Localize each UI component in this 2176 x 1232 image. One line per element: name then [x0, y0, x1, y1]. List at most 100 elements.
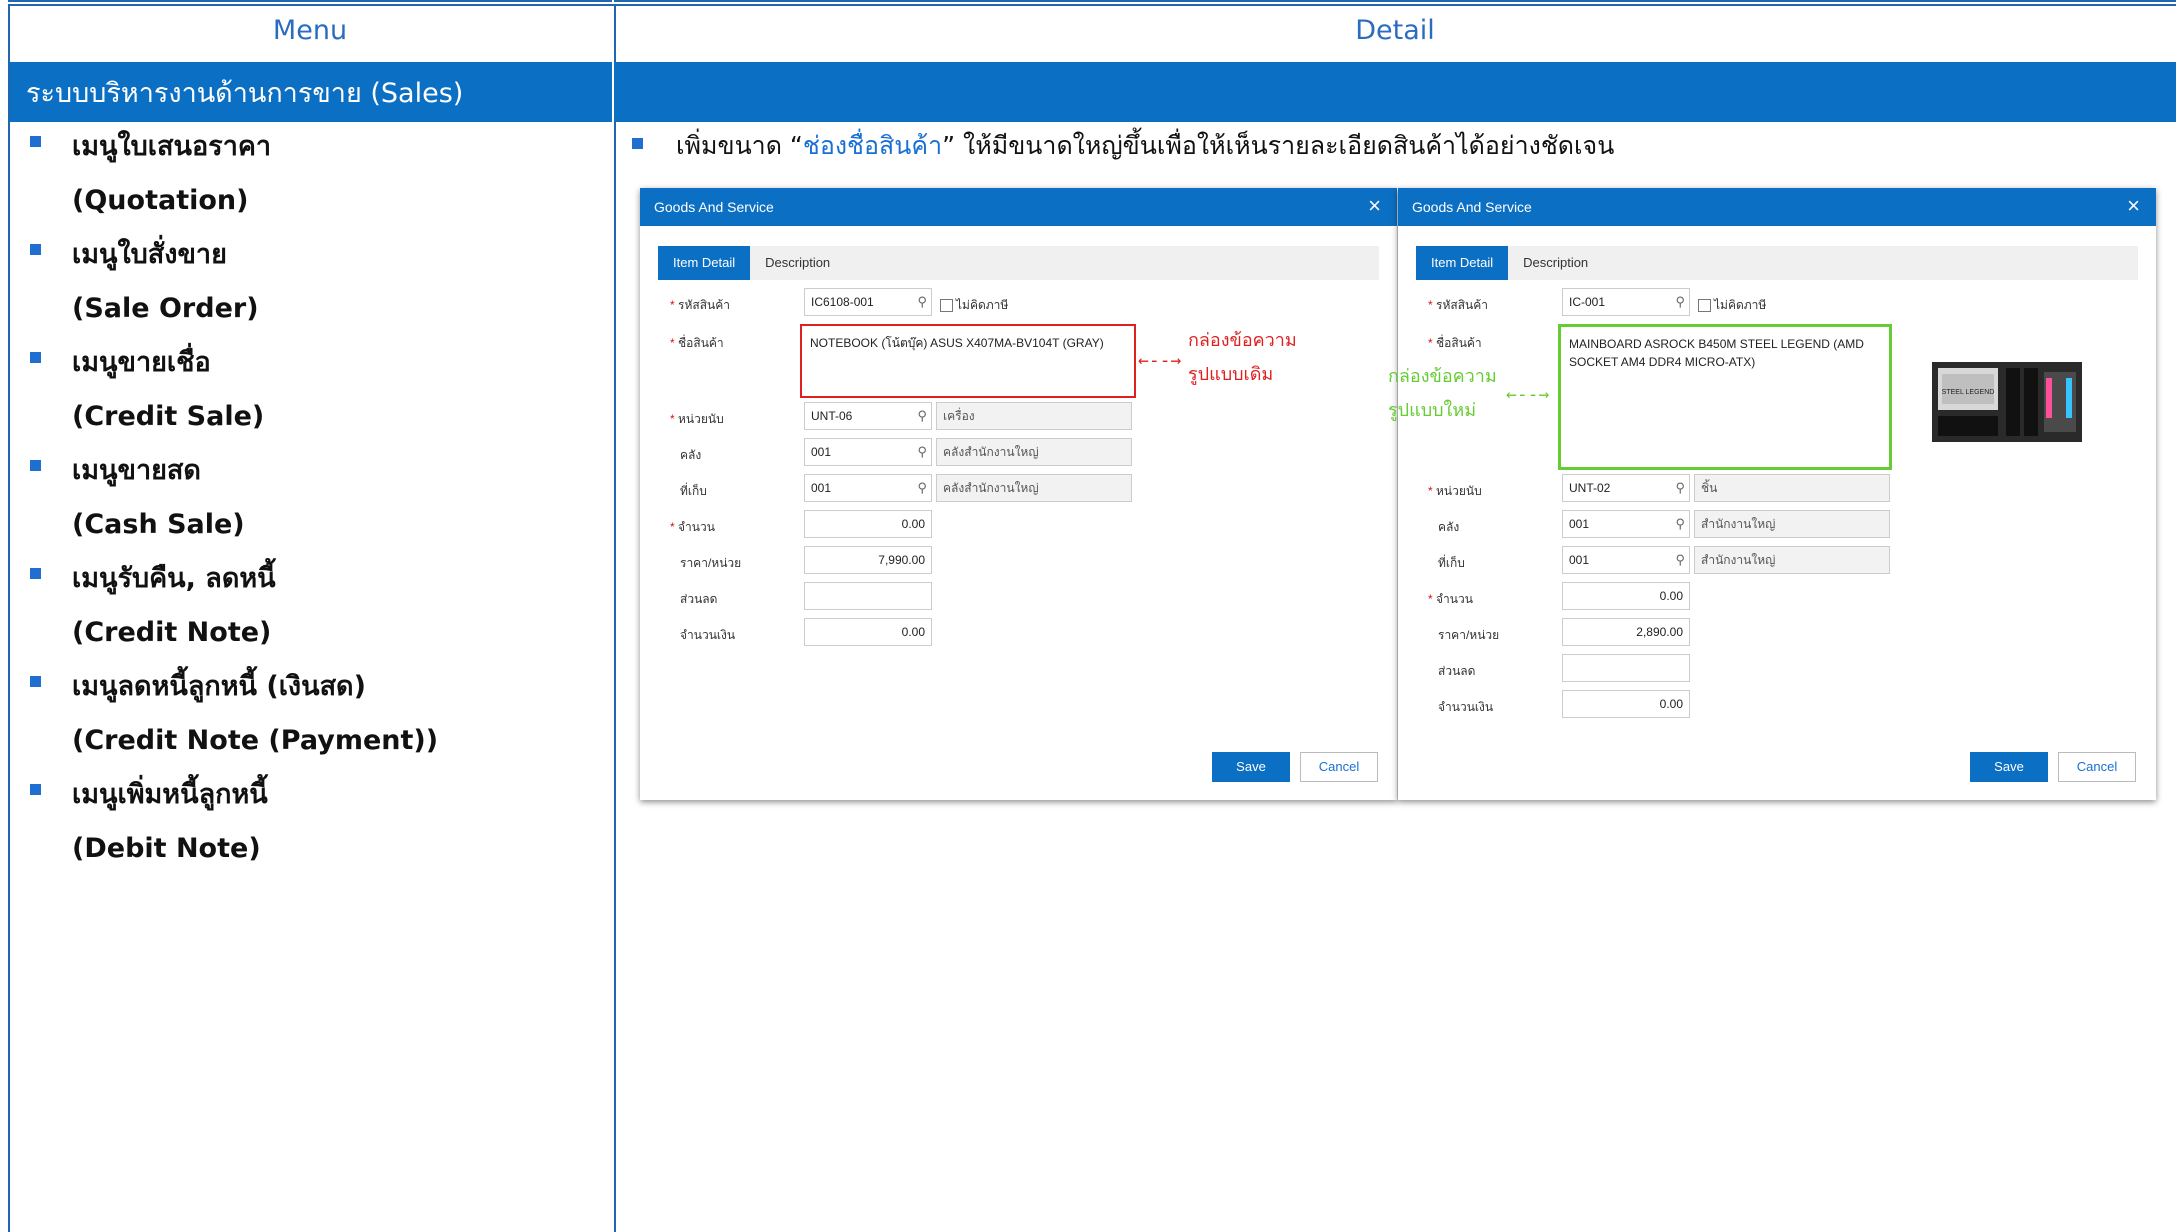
search-icon[interactable]: ⚲ [1675, 547, 1685, 573]
label-quantity: * จำนวน [1428, 592, 1473, 606]
menu-item-credit-note-payment[interactable]: เมนูลดหนี้ลูกหนี้ (เงินสด) (Credit Note … [20, 660, 600, 768]
product-code-input[interactable]: IC-001 ⚲ [1562, 288, 1690, 316]
search-icon[interactable]: ⚲ [1675, 511, 1685, 537]
search-icon[interactable]: ⚲ [917, 439, 927, 465]
menu-item-thai: เมนูเพิ่มหนี้ลูกหนี้ [72, 779, 268, 810]
goods-service-dialog-new: Goods And Service × Item Detail Descript… [1388, 188, 2156, 800]
menu-item-thai: เมนูลดหนี้ลูกหนี้ (เงินสด) [72, 671, 366, 702]
label-unit: * หน่วยนับ [1428, 484, 1482, 498]
warehouse-name-field: สำนักงานใหญ่ [1694, 510, 1890, 538]
detail-header: Detail [614, 0, 2176, 58]
quantity-input[interactable]: 0.00 [1562, 582, 1690, 610]
location-name-field: สำนักงานใหญ่ [1694, 546, 1890, 574]
label-location: ที่เก็บ [680, 484, 707, 498]
menu-header: Menu [8, 0, 612, 58]
menu-item-credit-note[interactable]: เมนูรับคืน, ลดหนี้ (Credit Note) [20, 552, 600, 660]
no-tax-checkbox[interactable]: ไม่คิดภาษี [940, 296, 1008, 315]
discount-input[interactable] [1562, 654, 1690, 682]
search-icon[interactable]: ⚲ [1675, 289, 1685, 315]
dialog-title: Goods And Service [1412, 199, 1532, 215]
product-code-input[interactable]: IC6108-001 ⚲ [804, 288, 932, 316]
bullet-icon [30, 568, 41, 579]
label-warehouse: คลัง [1438, 520, 1460, 534]
dialog-title-bar: Goods And Service × [1398, 188, 2156, 226]
annotation-old: กล่องข้อความ รูปแบบเดิม [1188, 324, 1297, 392]
label-product-name: * ชื่อสินค้า [1428, 336, 1482, 350]
label-warehouse: คลัง [680, 448, 702, 462]
label-amount: จำนวนเงิน [680, 628, 736, 642]
menu-item-thai: เมนูใบเสนอราคา [72, 131, 272, 162]
search-icon[interactable]: ⚲ [917, 403, 927, 429]
detail-text: เพิ่มขนาด “ช่องชื่อสินค้า” ให้มีขนาดใหญ่… [676, 131, 1614, 160]
search-icon[interactable]: ⚲ [1675, 475, 1685, 501]
section-band [614, 62, 2176, 122]
product-name-textarea[interactable]: MAINBOARD ASROCK B450M STEEL LEGEND (AMD… [1558, 324, 1892, 470]
price-unit-input[interactable]: 7,990.00 [804, 546, 932, 574]
quantity-input[interactable]: 0.00 [804, 510, 932, 538]
tab-description[interactable]: Description [1508, 246, 1603, 280]
menu-item-cash-sale[interactable]: เมนูขายสด (Cash Sale) [20, 444, 600, 552]
warehouse-input[interactable]: 001 ⚲ [1562, 510, 1690, 538]
label-unit: * หน่วยนับ [670, 412, 724, 426]
save-button[interactable]: Save [1212, 752, 1290, 782]
annotation-new: กล่องข้อความ รูปแบบใหม่ [1388, 360, 1497, 428]
annotation-new-line2: รูปแบบใหม่ [1388, 400, 1477, 421]
close-icon[interactable]: × [2127, 194, 2140, 218]
dialog-tabs: Item Detail Description [658, 246, 1379, 280]
bullet-icon [632, 138, 643, 149]
bullet-icon [30, 460, 41, 471]
detail-suffix: ” ให้มีขนาดใหญ่ขึ้นเพื่อให้เห็นรายละเอีย… [942, 131, 1615, 160]
menu-item-english: (Quotation) [72, 185, 249, 216]
warehouse-name-field: คลังสำนักงานใหญ่ [936, 438, 1132, 466]
dialog-title: Goods And Service [654, 199, 774, 215]
close-icon[interactable]: × [1368, 194, 1381, 218]
label-product-name: * ชื่อสินค้า [670, 336, 724, 350]
amount-input[interactable]: 0.00 [1562, 690, 1690, 718]
no-tax-checkbox[interactable]: ไม่คิดภาษี [1698, 296, 1766, 315]
label-discount: ส่วนลด [680, 592, 718, 606]
unit-input[interactable]: UNT-02 ⚲ [1562, 474, 1690, 502]
location-input[interactable]: 001 ⚲ [804, 474, 932, 502]
save-button[interactable]: Save [1970, 752, 2048, 782]
bullet-icon [30, 676, 41, 687]
unit-name-field: เครื่อง [936, 402, 1132, 430]
menu-item-english: (Sale Order) [72, 293, 259, 324]
label-price-unit: ราคา/หน่วย [680, 556, 742, 570]
menu-item-english: (Credit Note (Payment)) [72, 725, 439, 756]
search-icon[interactable]: ⚲ [917, 289, 927, 315]
label-amount: จำนวนเงิน [1438, 700, 1494, 714]
dialog-title-bar: Goods And Service × [640, 188, 1397, 226]
annotation-old-line1: กล่องข้อความ [1188, 330, 1297, 351]
tab-item-detail[interactable]: Item Detail [1416, 246, 1509, 280]
amount-input[interactable]: 0.00 [804, 618, 932, 646]
detail-description: เพิ่มขนาด “ช่องชื่อสินค้า” ให้มีขนาดใหญ่… [632, 122, 1614, 170]
goods-service-dialog-old: Goods And Service × Item Detail Descript… [640, 188, 1397, 800]
cancel-button[interactable]: Cancel [1300, 752, 1378, 782]
section-title: ระบบบริหารงานด้านการขาย (Sales) [10, 62, 612, 122]
menu-item-thai: เมนูรับคืน, ลดหนี้ [72, 563, 276, 594]
cancel-button[interactable]: Cancel [2058, 752, 2136, 782]
tab-item-detail[interactable]: Item Detail [658, 246, 751, 280]
arrow-left-icon: ←--→ [1506, 384, 1550, 405]
discount-input[interactable] [804, 582, 932, 610]
product-name-textarea[interactable]: NOTEBOOK (โน้ตบุ๊ค) ASUS X407MA-BV104T (… [800, 324, 1136, 398]
menu-item-debit-note[interactable]: เมนูเพิ่มหนี้ลูกหนี้ (Debit Note) [20, 768, 600, 876]
menu-item-english: (Debit Note) [72, 833, 261, 864]
menu-item-sale-order[interactable]: เมนูใบสั่งขาย (Sale Order) [20, 228, 600, 336]
unit-input[interactable]: UNT-06 ⚲ [804, 402, 932, 430]
tab-description[interactable]: Description [750, 246, 845, 280]
search-icon[interactable]: ⚲ [917, 475, 927, 501]
warehouse-input[interactable]: 001 ⚲ [804, 438, 932, 466]
menu-list: เมนูใบเสนอราคา (Quotation) เมนูใบสั่งขาย… [20, 120, 600, 876]
label-location: ที่เก็บ [1438, 556, 1465, 570]
menu-item-credit-sale[interactable]: เมนูขายเชื่อ (Credit Sale) [20, 336, 600, 444]
location-input[interactable]: 001 ⚲ [1562, 546, 1690, 574]
label-product-code: * รหัสสินค้า [670, 298, 730, 312]
product-image: STEEL LEGEND [1926, 348, 2090, 448]
menu-item-quotation[interactable]: เมนูใบเสนอราคา (Quotation) [20, 120, 600, 228]
price-unit-input[interactable]: 2,890.00 [1562, 618, 1690, 646]
arrow-left-right-icon: ←--→ [1138, 350, 1182, 371]
detail-highlight: ช่องชื่อสินค้า [802, 131, 943, 160]
unit-name-field: ชิ้น [1694, 474, 1890, 502]
bullet-icon [30, 244, 41, 255]
